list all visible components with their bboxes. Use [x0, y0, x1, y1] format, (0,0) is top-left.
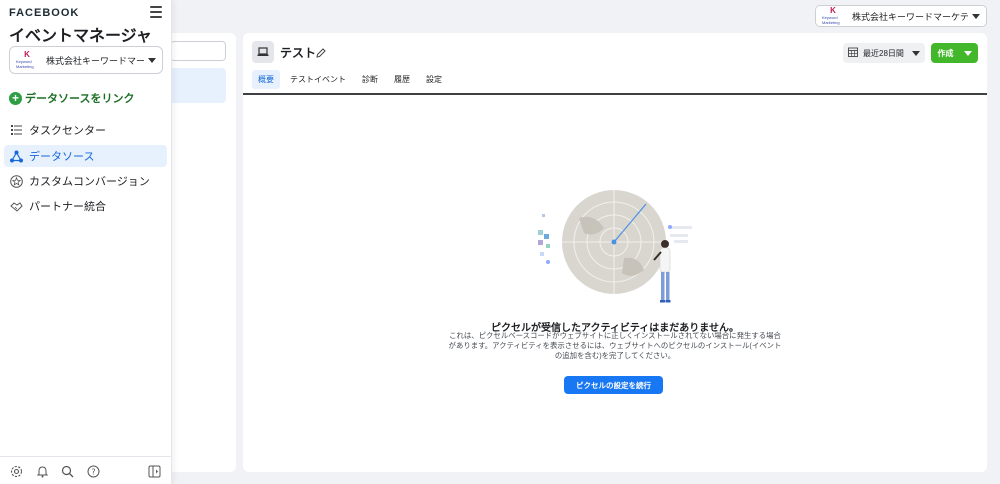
sidebar-item-label: カスタムコンバージョン [29, 176, 150, 188]
sidebar-footer: ? [0, 456, 172, 484]
brand-wordmark: FACEBOOK [9, 7, 80, 19]
account-logo: K Keyword Marketing [822, 6, 840, 26]
create-button[interactable]: 作成 [931, 43, 978, 63]
svg-text:?: ? [91, 467, 95, 476]
sidebar-item-task-center[interactable]: タスクセンター [4, 119, 167, 141]
sidebar-item-label: データソース [29, 151, 95, 163]
star-badge-icon [10, 174, 23, 188]
tab-test-events[interactable]: テストイベント [284, 70, 352, 89]
list-icon [10, 124, 23, 137]
hamburger-menu-icon[interactable] [150, 6, 162, 18]
create-label: 作成 [937, 48, 954, 58]
account-logo: K Keyword Marketing [16, 50, 34, 70]
date-range-button[interactable]: 最近28日間 [843, 43, 925, 63]
bell-icon[interactable] [36, 465, 49, 478]
sidebar-item-partner-integration[interactable]: パートナー統合 [4, 195, 167, 217]
sidebar-item-custom-conversion[interactable]: カスタムコンバージョン [4, 170, 167, 192]
left-sidebar: FACEBOOK イベントマネージャ K Keyword Marketing 株… [0, 0, 172, 484]
account-name: 株式会社キーワードマー... [46, 55, 144, 66]
chevron-down-icon [972, 13, 980, 19]
tabs-divider [243, 93, 987, 95]
link-data-source-button[interactable]: + データソースをリンク [9, 90, 134, 106]
chevron-down-icon [963, 50, 972, 56]
sidebar-item-data-source[interactable]: データソース [4, 145, 167, 167]
tab-diagnostics[interactable]: 診断 [356, 70, 384, 89]
plus-circle-icon: + [9, 91, 22, 105]
sidebar-item-label: パートナー統合 [29, 201, 106, 213]
top-account-selector[interactable]: K Keyword Marketing 株式会社キーワードマーケティ... [815, 5, 987, 27]
pencil-icon[interactable] [316, 45, 326, 58]
tab-history[interactable]: 履歴 [388, 70, 416, 89]
sidebar-item-label: タスクセンター [29, 125, 106, 137]
data-source-search-input[interactable] [170, 41, 226, 61]
empty-state-description: これは、ピクセルベースコードがウェブサイトに正しくインストールされてない場合に発… [448, 331, 782, 360]
link-data-source-label: データソースをリンク [25, 93, 135, 105]
search-icon[interactable] [61, 465, 74, 478]
tab-settings[interactable]: 設定 [420, 70, 448, 89]
app-title: イベントマネージャ [9, 28, 152, 45]
pixel-tabs: 概要 テストイベント 診断 履歴 設定 [252, 70, 452, 90]
panel-toggle-icon[interactable] [148, 465, 161, 478]
pixel-title: テスト [280, 46, 317, 60]
calendar-icon [848, 47, 858, 59]
radar-illustration [538, 190, 692, 303]
chevron-down-icon [912, 50, 920, 56]
handshake-icon [10, 200, 23, 213]
tab-overview[interactable]: 概要 [252, 70, 280, 89]
data-source-list-item-selected[interactable] [170, 68, 226, 103]
top-account-name: 株式会社キーワードマーケティ... [852, 11, 968, 22]
chevron-down-icon [148, 57, 156, 63]
account-selector[interactable]: K Keyword Marketing 株式会社キーワードマー... [9, 46, 163, 74]
help-icon[interactable]: ? [87, 465, 100, 478]
date-range-label: 最近28日間 [863, 48, 904, 58]
gear-icon[interactable] [10, 465, 23, 478]
continue-pixel-setup-button[interactable]: ピクセルの設定を続行 [564, 376, 663, 394]
data-source-icon [10, 150, 23, 163]
laptop-icon [252, 41, 274, 63]
